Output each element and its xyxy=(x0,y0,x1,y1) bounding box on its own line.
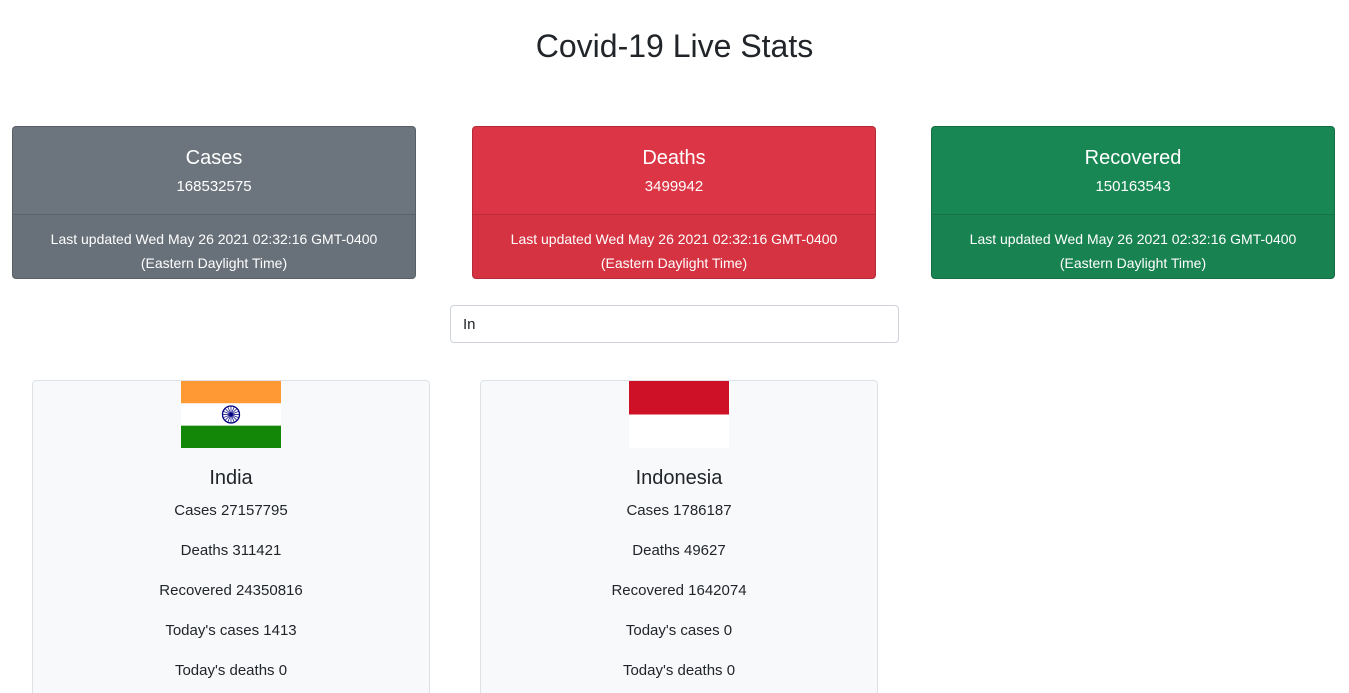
recovered-value: 24350816 xyxy=(235,582,303,599)
page: Covid-19 Live Stats Cases 168532575 Last… xyxy=(0,0,1349,693)
recovered-value: 1642074 xyxy=(688,582,747,599)
today-cases-label: Today's cases xyxy=(165,622,260,639)
deaths-last-updated: Last updated Wed May 26 2021 02:32:16 GM… xyxy=(473,215,875,278)
deaths-summary-label: Deaths xyxy=(642,147,706,169)
today-cases-value: 1413 xyxy=(263,622,297,639)
recovered-label: Recovered xyxy=(611,582,684,599)
today-deaths-value: 0 xyxy=(726,662,736,679)
india-flag-icon xyxy=(181,381,281,448)
page-title: Covid-19 Live Stats xyxy=(535,28,814,64)
india-flag-graphic xyxy=(181,381,281,448)
today-cases-label: Today's cases xyxy=(625,622,720,639)
country-today-cases: Today's cases 1413 xyxy=(33,621,429,641)
today-deaths-label: Today's deaths xyxy=(622,662,723,679)
recovered-label: Recovered xyxy=(159,582,232,599)
today-cases-value: 0 xyxy=(723,622,733,639)
country-deaths: Deaths 311421 xyxy=(33,541,429,561)
cases-label: Cases xyxy=(174,502,217,519)
recovered-summary-value: 150163543 xyxy=(1095,178,1171,195)
country-card-indonesia: Indonesia Cases 1786187 Deaths 49627 Rec… xyxy=(480,380,878,693)
cases-value: 1786187 xyxy=(673,502,732,519)
recovered-summary-label: Recovered xyxy=(1084,147,1182,169)
country-deaths: Deaths 49627 xyxy=(481,541,877,561)
country-today-deaths: Today's deaths 0 xyxy=(481,661,877,681)
cases-label: Cases xyxy=(626,502,669,519)
cases-summary-label: Cases xyxy=(185,147,243,169)
deaths-label: Deaths xyxy=(632,542,680,559)
country-today-cases: Today's cases 0 xyxy=(481,621,877,641)
country-name: India xyxy=(209,467,253,489)
country-cases: Cases 27157795 xyxy=(33,501,429,521)
cases-summary-value: 168532575 xyxy=(176,178,252,195)
country-recovered: Recovered 24350816 xyxy=(33,581,429,601)
recovered-last-updated: Last updated Wed May 26 2021 02:32:16 GM… xyxy=(932,215,1334,278)
indonesia-flag-graphic xyxy=(629,381,729,448)
cases-summary-card: Cases 168532575 Last updated Wed May 26 … xyxy=(12,126,416,279)
deaths-summary-card: Deaths 3499942 Last updated Wed May 26 2… xyxy=(472,126,876,279)
today-deaths-label: Today's deaths xyxy=(174,662,275,679)
country-search-input[interactable] xyxy=(450,305,899,343)
country-recovered: Recovered 1642074 xyxy=(481,581,877,601)
cases-value: 27157795 xyxy=(220,502,288,519)
recovered-summary-body: Recovered 150163543 xyxy=(932,127,1334,215)
cases-summary-body: Cases 168532575 xyxy=(13,127,415,215)
deaths-summary-value: 3499942 xyxy=(644,178,704,195)
deaths-summary-body: Deaths 3499942 xyxy=(473,127,875,215)
recovered-summary-card: Recovered 150163543 Last updated Wed May… xyxy=(931,126,1335,279)
country-cases: Cases 1786187 xyxy=(481,501,877,521)
deaths-value: 311421 xyxy=(232,542,282,559)
deaths-value: 49627 xyxy=(683,542,726,559)
country-card-india: India Cases 27157795 Deaths 311421 Recov… xyxy=(32,380,430,693)
deaths-label: Deaths xyxy=(180,542,229,559)
cases-last-updated: Last updated Wed May 26 2021 02:32:16 GM… xyxy=(13,215,415,278)
indonesia-flag-icon xyxy=(629,381,729,448)
country-today-deaths: Today's deaths 0 xyxy=(33,661,429,681)
today-deaths-value: 0 xyxy=(278,662,288,679)
country-name: Indonesia xyxy=(635,467,723,489)
